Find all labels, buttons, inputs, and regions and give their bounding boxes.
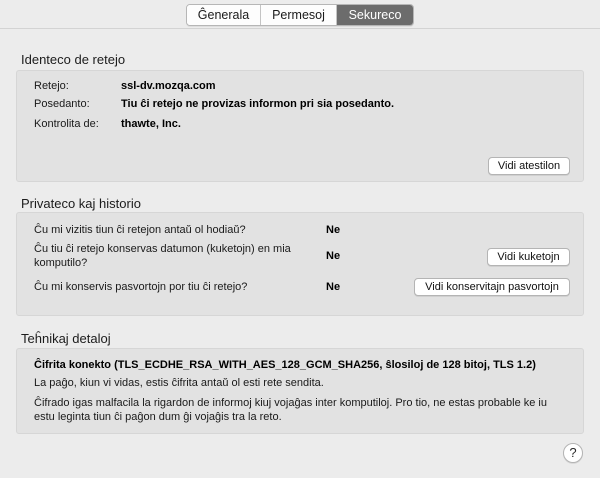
tab-general[interactable]: Ĝenerala: [187, 5, 261, 25]
cookies-answer: Ne: [326, 250, 341, 262]
tab-security[interactable]: Sekureco: [337, 5, 413, 25]
visited-answer: Ne: [326, 224, 341, 236]
cipher-info: Ĉifrita konekto (TLS_ECDHE_RSA_WITH_AES_…: [34, 359, 536, 371]
website-value: ssl-dv.mozqa.com: [121, 80, 216, 92]
view-saved-passwords-button[interactable]: Vidi konservitajn pasvortojn: [414, 278, 570, 296]
view-certificate-button[interactable]: Vidi atestilon: [488, 157, 570, 175]
encryption-explanation: Ĉifrado igas malfacila la rigardon de in…: [34, 397, 547, 423]
technical-box: Ĉifrita konekto (TLS_ECDHE_RSA_WITH_AES_…: [16, 348, 584, 434]
tab-permissions[interactable]: Permesoj: [261, 5, 337, 25]
tab-bar: Ĝenerala Permesoj Sekureco: [186, 4, 414, 26]
verifier-label: Kontrolita de:: [34, 118, 99, 130]
privacy-section-title: Privateco kaj historio: [21, 196, 141, 211]
view-cookies-button[interactable]: Vidi kuketojn: [487, 248, 570, 266]
identity-box: Retejo: ssl-dv.mozqa.com Posedanto: Tiu …: [16, 70, 584, 182]
cookies-question: Ĉu tiu ĉi retejo konservas datumon (kuke…: [34, 243, 291, 269]
help-icon[interactable]: ?: [563, 443, 583, 463]
verifier-value: thawte, Inc.: [121, 118, 181, 130]
passwords-answer: Ne: [326, 281, 341, 293]
identity-section-title: Identeco de retejo: [21, 52, 126, 67]
website-label: Retejo:: [34, 80, 69, 92]
toolbar-divider: [0, 28, 600, 29]
owner-value: Tiu ĉi retejo ne provizas informon pri s…: [121, 98, 395, 110]
visited-question: Ĉu mi vizitis tiun ĉi retejon antaŭ ol h…: [34, 224, 246, 236]
owner-label: Posedanto:: [34, 98, 90, 110]
technical-section-title: Teĥnikaj detaloj: [21, 331, 111, 346]
passwords-question: Ĉu mi konservis pasvortojn por tiu ĉi re…: [34, 281, 248, 293]
encryption-description: La paĝo, kiun vi vidas, estis ĉifrita an…: [34, 377, 324, 389]
privacy-box: Ĉu mi vizitis tiun ĉi retejon antaŭ ol h…: [16, 212, 584, 316]
